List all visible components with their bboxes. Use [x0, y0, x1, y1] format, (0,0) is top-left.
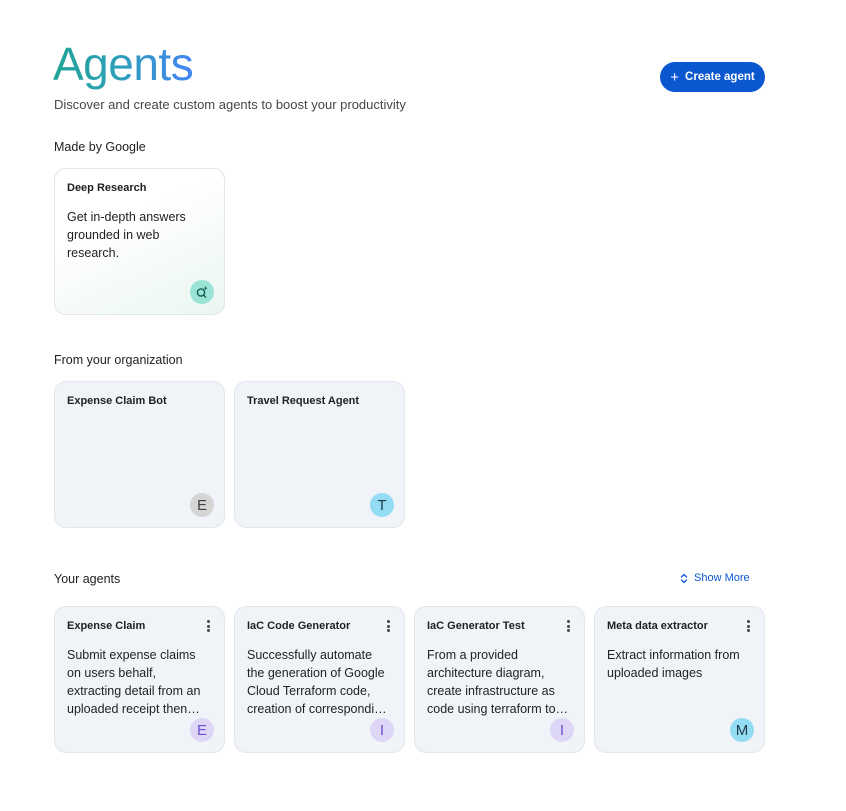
agent-avatar: E: [190, 493, 214, 517]
agent-card-description: From a provided architecture diagram, cr…: [427, 648, 556, 716]
agent-card-title: Deep Research: [67, 182, 147, 194]
agent-card-title: Travel Request Agent: [247, 395, 360, 407]
agent-card-iac-code-generator[interactable]: IaC Code Generator Successfully automate…: [234, 606, 405, 753]
agent-card-deep-research[interactable]: Deep Research Get in-depth answers groun…: [54, 168, 225, 315]
agent-card-expense-claim[interactable]: Expense Claim Submit expense claims on u…: [54, 606, 225, 753]
agent-card-description: Extract information from uploaded images: [607, 648, 740, 680]
agent-avatar: M: [730, 718, 754, 742]
agent-card-title: IaC Code Generator: [247, 620, 351, 632]
plus-icon: +: [670, 68, 680, 86]
agent-card-description: Successfully automate the generation of …: [247, 648, 389, 716]
show-more-button[interactable]: Show More: [680, 572, 750, 584]
show-more-label: Show More: [694, 572, 750, 584]
agent-card-title: Expense Claim: [67, 620, 146, 632]
agent-card-description: Get in-depth answers grounded in web res…: [67, 210, 186, 260]
agents-page: Agents Discover and create custom agents…: [0, 0, 846, 811]
agent-card-title: IaC Generator Test: [427, 620, 525, 632]
agent-avatar: E: [190, 718, 214, 742]
more-options-icon[interactable]: [385, 618, 391, 634]
expand-icon: [680, 573, 688, 583]
agent-card-travel-request-agent[interactable]: Travel Request Agent T: [234, 381, 405, 528]
more-options-icon[interactable]: [745, 618, 751, 634]
create-agent-label: Create agent: [685, 71, 755, 83]
agent-card-iac-generator-test[interactable]: IaC Generator Test From a provided archi…: [414, 606, 585, 753]
more-options-icon[interactable]: [205, 618, 211, 634]
agent-card-expense-claim-bot[interactable]: Expense Claim Bot E: [54, 381, 225, 528]
agent-card-title: Expense Claim Bot: [67, 395, 167, 407]
section-label-made-by-google: Made by Google: [54, 140, 146, 154]
more-options-icon[interactable]: [565, 618, 571, 634]
agent-avatar: I: [370, 718, 394, 742]
section-label-your-agents: Your agents: [54, 572, 121, 586]
agent-card-meta-data-extractor[interactable]: Meta data extractor Extract information …: [594, 606, 765, 753]
deep-research-icon: [190, 280, 214, 304]
page-subtitle: Discover and create custom agents to boo…: [54, 97, 406, 112]
agent-card-title: Meta data extractor: [607, 620, 708, 632]
agent-avatar: T: [370, 493, 394, 517]
agent-card-description: Submit expense claims on users behalf, e…: [67, 648, 201, 716]
agent-avatar: I: [550, 718, 574, 742]
section-label-organization: From your organization: [54, 353, 183, 367]
create-agent-button[interactable]: + Create agent: [660, 62, 765, 92]
page-title: Agents: [53, 38, 194, 90]
